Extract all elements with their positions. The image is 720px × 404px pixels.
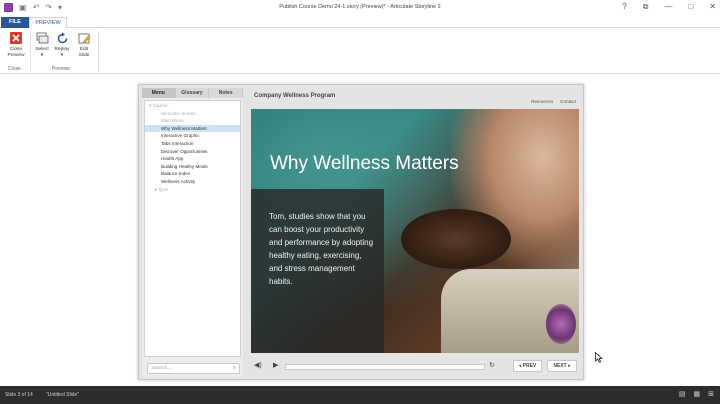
group-label-preview: Preview [52, 66, 70, 72]
window-title: Publish Course Demo 24-1.story (Preview)… [279, 4, 441, 10]
help-icon[interactable]: ? [622, 2, 626, 12]
tab-notes[interactable]: Notes [209, 88, 244, 98]
photo-client-face [401, 209, 511, 269]
menu-item[interactable]: Balance Index [145, 170, 240, 178]
menu-item[interactable]: Tabs Interaction [145, 140, 240, 148]
slide-stage: Why Wellness Matters Tom, studies show t… [251, 109, 579, 353]
group-separator [98, 31, 99, 71]
close-preview-label: Close Preview [7, 47, 25, 58]
edit-slide-button[interactable]: Edit Slide [72, 31, 96, 58]
grid-view-icon[interactable]: ▦ [694, 386, 701, 404]
menu-item[interactable]: Welcome Screen [145, 110, 240, 118]
menu-item[interactable]: Interactive Graphic [145, 132, 240, 140]
ribbon: Close Preview Close Select ▾ Replay ▾ Ed… [0, 28, 720, 74]
course-player: Menu Glossary Notes ▾ Course Welcome Scr… [138, 84, 584, 380]
ribbon-tabs: FILE PREVIEW [0, 16, 720, 28]
tab-menu[interactable]: Menu [142, 88, 176, 98]
select-slides-icon [35, 31, 49, 45]
tab-file[interactable]: FILE [1, 17, 29, 28]
replay-label: Replay ▾ [54, 47, 70, 58]
mouse-cursor-icon [595, 352, 603, 363]
tab-glossary[interactable]: Glossary [175, 88, 210, 98]
slide-body-text: Tom, studies show that you can boost you… [269, 212, 374, 286]
replay-icon [55, 31, 69, 45]
prev-button[interactable]: ◂ PREV [513, 360, 542, 372]
volume-icon[interactable]: ◀) [254, 361, 262, 371]
close-preview-button[interactable]: Close Preview [4, 31, 28, 58]
fit-window-icon[interactable]: ⊞ [708, 386, 714, 404]
preview-workspace: Menu Glossary Notes ▾ Course Welcome Scr… [0, 75, 720, 386]
maximize-icon[interactable]: □ [688, 2, 693, 12]
normal-view-icon[interactable]: ▤ [679, 386, 686, 404]
resources-link[interactable]: Resources [531, 99, 553, 104]
replay-slide-icon[interactable]: ↻ [489, 361, 495, 371]
edit-slide-icon [77, 31, 91, 45]
menu-item-quiz[interactable]: ▸ Quiz [145, 186, 240, 194]
window-titlebar: ▣ ↶ ↷ ▾ Publish Course Demo 24-1.story (… [0, 0, 720, 16]
group-label-close: Close [8, 66, 21, 72]
slide-title: Why Wellness Matters [270, 153, 459, 174]
sidebar-tabs: Menu Glossary Notes [142, 88, 244, 98]
next-button[interactable]: NEXT ▸ [547, 360, 577, 372]
menu-item[interactable]: Wellness Activity [145, 178, 240, 186]
slide-layout-name: "Untitled Slide" [46, 392, 80, 398]
menu-search-input[interactable]: Search... ⌕ [147, 363, 240, 374]
menu-item[interactable]: Health App [145, 155, 240, 163]
search-placeholder: Search... [152, 366, 172, 371]
replay-button[interactable]: Replay ▾ [50, 31, 74, 58]
status-bar: Slide 3 of 14 "Untitled Slide" ▤ ▦ ⊞ [0, 386, 720, 404]
minimize-icon[interactable]: — [664, 2, 672, 12]
photo-flower [546, 304, 576, 344]
close-window-icon[interactable]: ✕ [709, 2, 716, 12]
close-preview-icon [9, 31, 23, 45]
menu-item[interactable]: Discover Opportunities [145, 148, 240, 156]
tab-preview[interactable]: PREVIEW [29, 17, 67, 28]
slide-text-panel: Tom, studies show that you can boost you… [251, 189, 384, 353]
contact-link[interactable]: Contact [560, 99, 576, 104]
seekbar[interactable] [285, 364, 485, 370]
window-controls: ? ⧉ — □ ✕ [622, 2, 716, 12]
course-title: Company Wellness Program [254, 93, 336, 99]
player-sidebar: Menu Glossary Notes ▾ Course Welcome Scr… [142, 88, 244, 377]
slide-counter: Slide 3 of 14 [5, 392, 33, 398]
ribbon-display-icon[interactable]: ⧉ [643, 2, 649, 12]
menu-item-selected[interactable]: Why Wellness Matters [145, 124, 240, 133]
status-view-controls: ▤ ▦ ⊞ [679, 386, 714, 404]
course-menu: ▾ Course Welcome Screen Main Menu Why We… [144, 100, 241, 357]
menu-item-course[interactable]: ▾ Course [145, 102, 240, 110]
edit-slide-label: Edit Slide [78, 47, 90, 58]
player-controls: ◀) ▶ ↻ ◂ PREV NEXT ▸ [251, 359, 579, 375]
search-icon[interactable]: ⌕ [233, 365, 236, 372]
player-top-links: Resources Contact [531, 99, 576, 104]
play-icon[interactable]: ▶ [273, 361, 278, 371]
menu-item[interactable]: Main Menu [145, 117, 240, 125]
menu-item[interactable]: Building Healthy Meals [145, 163, 240, 171]
